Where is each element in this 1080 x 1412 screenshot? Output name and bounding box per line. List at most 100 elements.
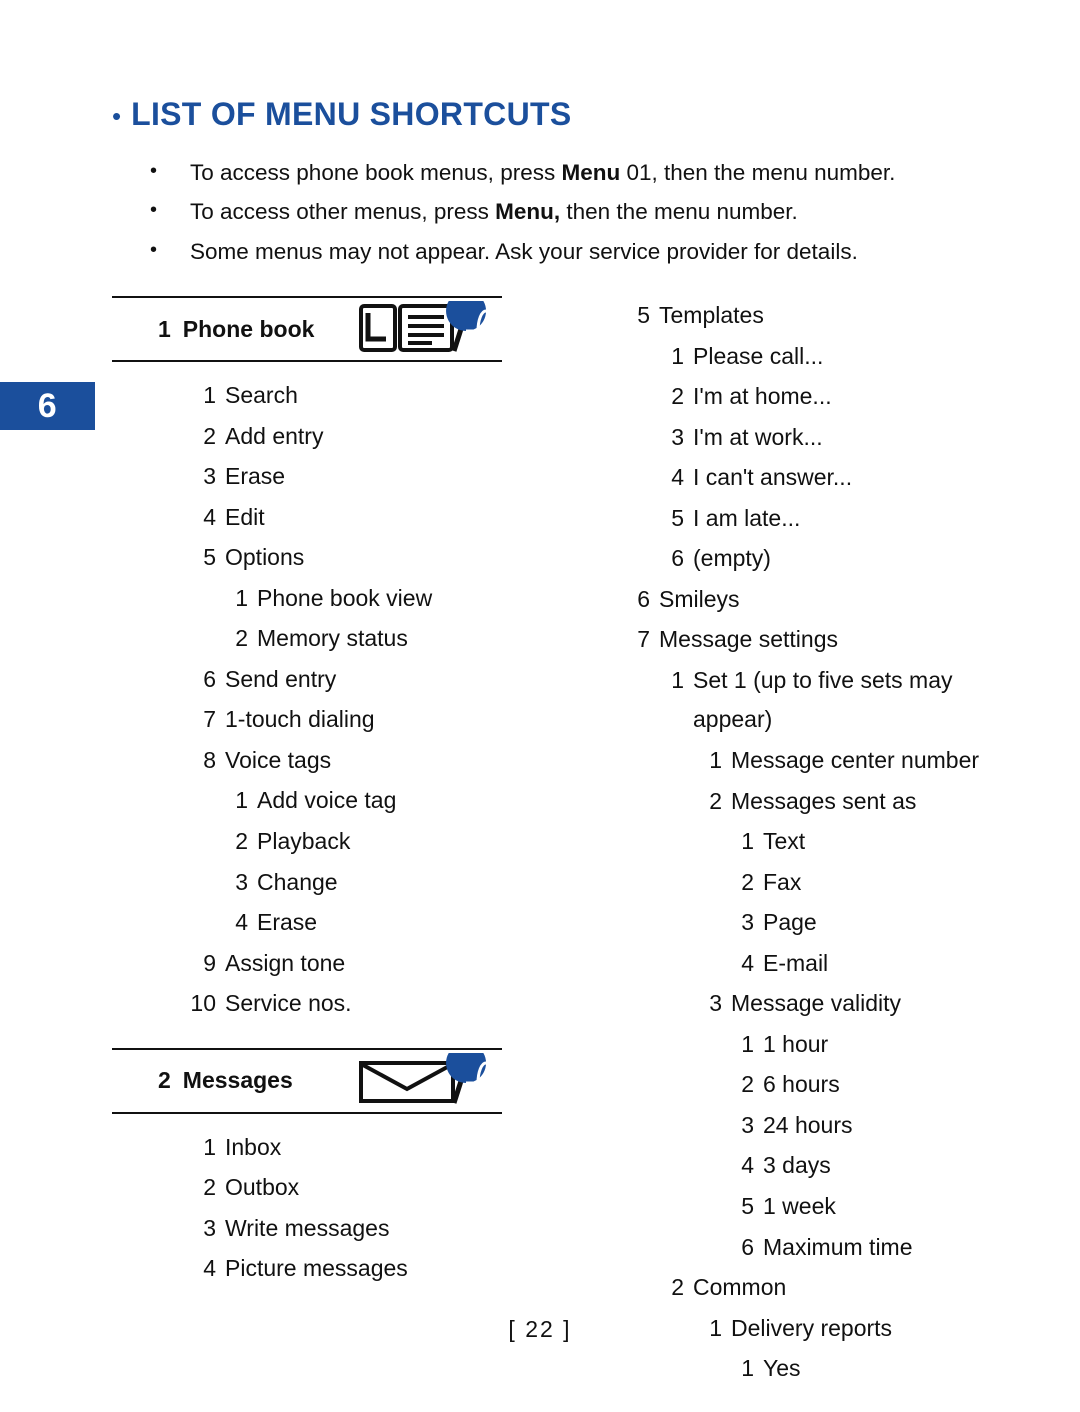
menu-entry-number: 1 <box>741 1030 754 1057</box>
menu-entry-number: 9 <box>203 949 216 976</box>
menu-entry-label: E-mail <box>763 949 829 976</box>
section-divider-bottom <box>112 1111 502 1114</box>
intro-text-keyword: Menu <box>561 160 621 185</box>
menu-entry-number: 6 <box>741 1233 754 1260</box>
menu-entry-number: 1 <box>235 584 248 611</box>
menu-entry-number: 1 <box>671 342 684 369</box>
menu-entry-number: 4 <box>203 1255 216 1282</box>
menu-entry-label: Outbox <box>225 1174 300 1201</box>
intro-item: • Some menus may not appear. Ask your ser… <box>150 237 960 266</box>
section-number: 2 <box>158 1067 171 1094</box>
menu-entry-number: 3 <box>741 909 754 936</box>
right-column: 5 Templates 1 Please call... 2 I'm at home...… <box>612 296 1032 1390</box>
page-footer: [ 22 ] <box>508 1316 572 1342</box>
menu-entry-label: I am late... <box>693 504 801 531</box>
menu-entry: 3 I'm at work... <box>612 418 1032 458</box>
menu-entry: 2 Outbox <box>112 1168 512 1208</box>
intro-item-text: To access phone book menus, press Menu 0… <box>190 158 960 187</box>
menu-entry-number: 2 <box>671 1274 684 1301</box>
menu-entry-label: Message settings <box>659 626 838 653</box>
menu-entry-number: 7 <box>203 706 216 733</box>
menu-entry-label: Voice tags <box>225 746 332 773</box>
section-header: 2 Messages <box>112 1050 512 1112</box>
menu-entry-number: 3 <box>203 1214 216 1241</box>
intro-text-pre: To access phone book menus, press <box>190 160 562 185</box>
menu-entry: 3 Erase <box>112 457 512 497</box>
menu-entry-number: 4 <box>203 503 216 530</box>
bullet-icon: • <box>150 160 158 182</box>
menu-entry-number: 5 <box>203 544 216 571</box>
menu-entry-number: 2 <box>741 868 754 895</box>
menu-entry: 3 Write messages <box>112 1209 512 1249</box>
intro-text-pre: To access other menus, press <box>190 199 496 225</box>
phonebook-icon <box>358 301 508 357</box>
menu-entry-number: 4 <box>741 1152 754 1179</box>
bullet-icon: • <box>150 238 158 261</box>
page-tab-number: 6 <box>37 387 58 425</box>
menu-entry: 3 Page <box>612 903 1032 943</box>
menu-entry-label: Maximum time <box>763 1233 913 1260</box>
menu-entry: 5 I am late... <box>612 499 1032 539</box>
menu-entry-label: Erase <box>257 909 318 936</box>
menu-entry: 5 1 week <box>612 1187 1032 1227</box>
menu-entry-label: I'm at home... <box>693 383 832 410</box>
menu-entry-number: 5 <box>671 504 684 531</box>
menu-entry: 8 Voice tags <box>112 741 512 781</box>
menu-entry-label: Change <box>257 868 338 895</box>
menu-entry-label: 1-touch dialing <box>225 706 375 733</box>
bullet-icon: • <box>150 199 158 222</box>
phonebook-icon-svg <box>359 301 506 353</box>
menu-entry-list: 1 Inbox 2 Outbox 3 Write messages 4 Picture mes… <box>112 1128 512 1289</box>
menu-entry: 5 Templates <box>612 296 1032 336</box>
menu-entry-number: 6 <box>671 545 684 572</box>
menu-entry-number: 4 <box>235 909 248 936</box>
menu-entry-number: 1 <box>203 382 216 408</box>
menu-entry-number: 2 <box>203 422 216 449</box>
envelope-icon-svg <box>359 1052 506 1105</box>
menu-entry: 1 Inbox <box>112 1128 512 1168</box>
menu-entry-label: (empty) <box>693 545 771 572</box>
menu-entry-label: Phone book view <box>257 584 433 611</box>
menu-entry-number: 10 <box>190 990 216 1017</box>
menu-entry: 3 Change <box>112 863 512 903</box>
menu-entry-number: 1 <box>235 787 248 814</box>
menu-entry-number: 5 <box>741 1193 754 1220</box>
intro-item: • To access other menus, press Menu, then… <box>150 197 960 226</box>
section-number: 1 <box>158 315 171 342</box>
menu-entry: 2 Fax <box>612 863 1032 903</box>
menu-entry-list: 1 Search 2 Add entry 3 Erase 4 Edit 5 Options 1 Pho… <box>112 376 512 1024</box>
menu-entry-number: 2 <box>235 625 248 652</box>
menu-entry-label: 3 days <box>763 1152 831 1179</box>
menu-entry: 4 Erase <box>112 903 512 943</box>
menu-entry-label: Please call... <box>693 342 824 369</box>
menu-entry-label: 6 hours <box>763 1071 840 1098</box>
menu-entry-number: 4 <box>741 949 754 976</box>
menu-entry-number: 6 <box>203 665 216 692</box>
menu-section: 1 Phone book <box>112 296 512 362</box>
menu-entry: 7 Message settings <box>612 620 1032 660</box>
menu-entry-number: 2 <box>741 1071 754 1098</box>
section-label: Messages <box>182 1067 293 1094</box>
menu-entry-number: 1 <box>671 666 684 693</box>
menu-entry-label: Common <box>693 1274 787 1301</box>
menu-entry-number: 1 <box>741 1355 754 1382</box>
section-label: Phone book <box>182 315 315 342</box>
intro-text-keyword: Menu, <box>495 199 561 225</box>
menu-entry: 10 Service nos. <box>112 984 512 1024</box>
menu-entry-label: Assign tone <box>225 949 346 976</box>
menu-entry: 1 Search <box>112 376 512 416</box>
menu-entry: 4 Edit <box>112 498 512 538</box>
menu-entry: 1 Please call... <box>612 337 1032 377</box>
menu-entry: 3 Message validity <box>612 984 1032 1024</box>
menu-entry: 2 Common <box>612 1268 1032 1308</box>
menu-entry-number: 2 <box>709 787 722 814</box>
menu-entry-label: Message center number <box>731 747 980 774</box>
menu-entry: 2 6 hours <box>612 1065 1032 1105</box>
menu-entry: 1 Set 1 (up to five sets may appear) <box>612 661 1032 740</box>
menu-entry: 2 I'm at home... <box>612 377 1032 417</box>
menu-entry: 6 Send entry <box>112 660 512 700</box>
menu-entry-label: Set 1 (up to five sets may appear) <box>693 666 953 733</box>
menu-entry-number: 6 <box>637 585 650 612</box>
intro-item: • To access phone book menus, press Menu … <box>150 158 960 187</box>
menu-entry: 4 I can't answer... <box>612 458 1032 498</box>
